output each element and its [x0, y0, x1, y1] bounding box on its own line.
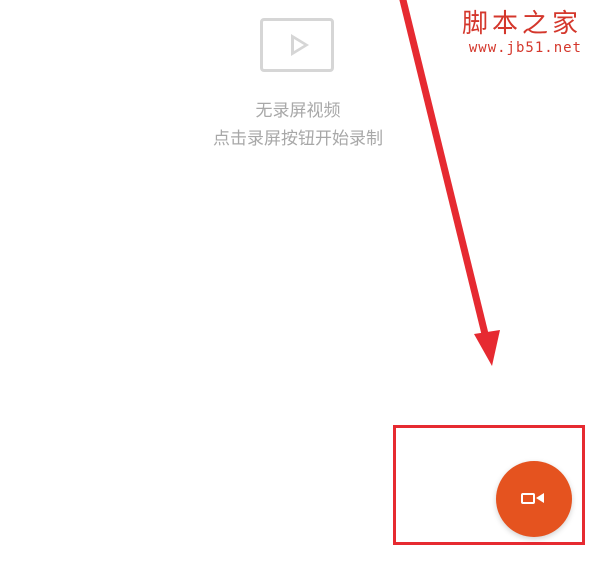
watermark-url: www.jb51.net — [468, 40, 582, 56]
empty-state-title: 无录屏视频 — [255, 101, 341, 121]
watermark-title: 脚本之家 — [461, 9, 582, 39]
play-triangle — [291, 34, 309, 56]
watermark: 脚本之家 www.jb51.net — [462, 10, 582, 56]
empty-state-hint: 点击录屏按钮开始录制 — [213, 129, 383, 149]
annotation-arrow-head — [474, 330, 500, 366]
play-video-icon — [260, 18, 334, 72]
video-camera-icon — [521, 493, 535, 504]
record-button[interactable] — [496, 461, 572, 537]
video-camera-lens — [536, 493, 544, 503]
